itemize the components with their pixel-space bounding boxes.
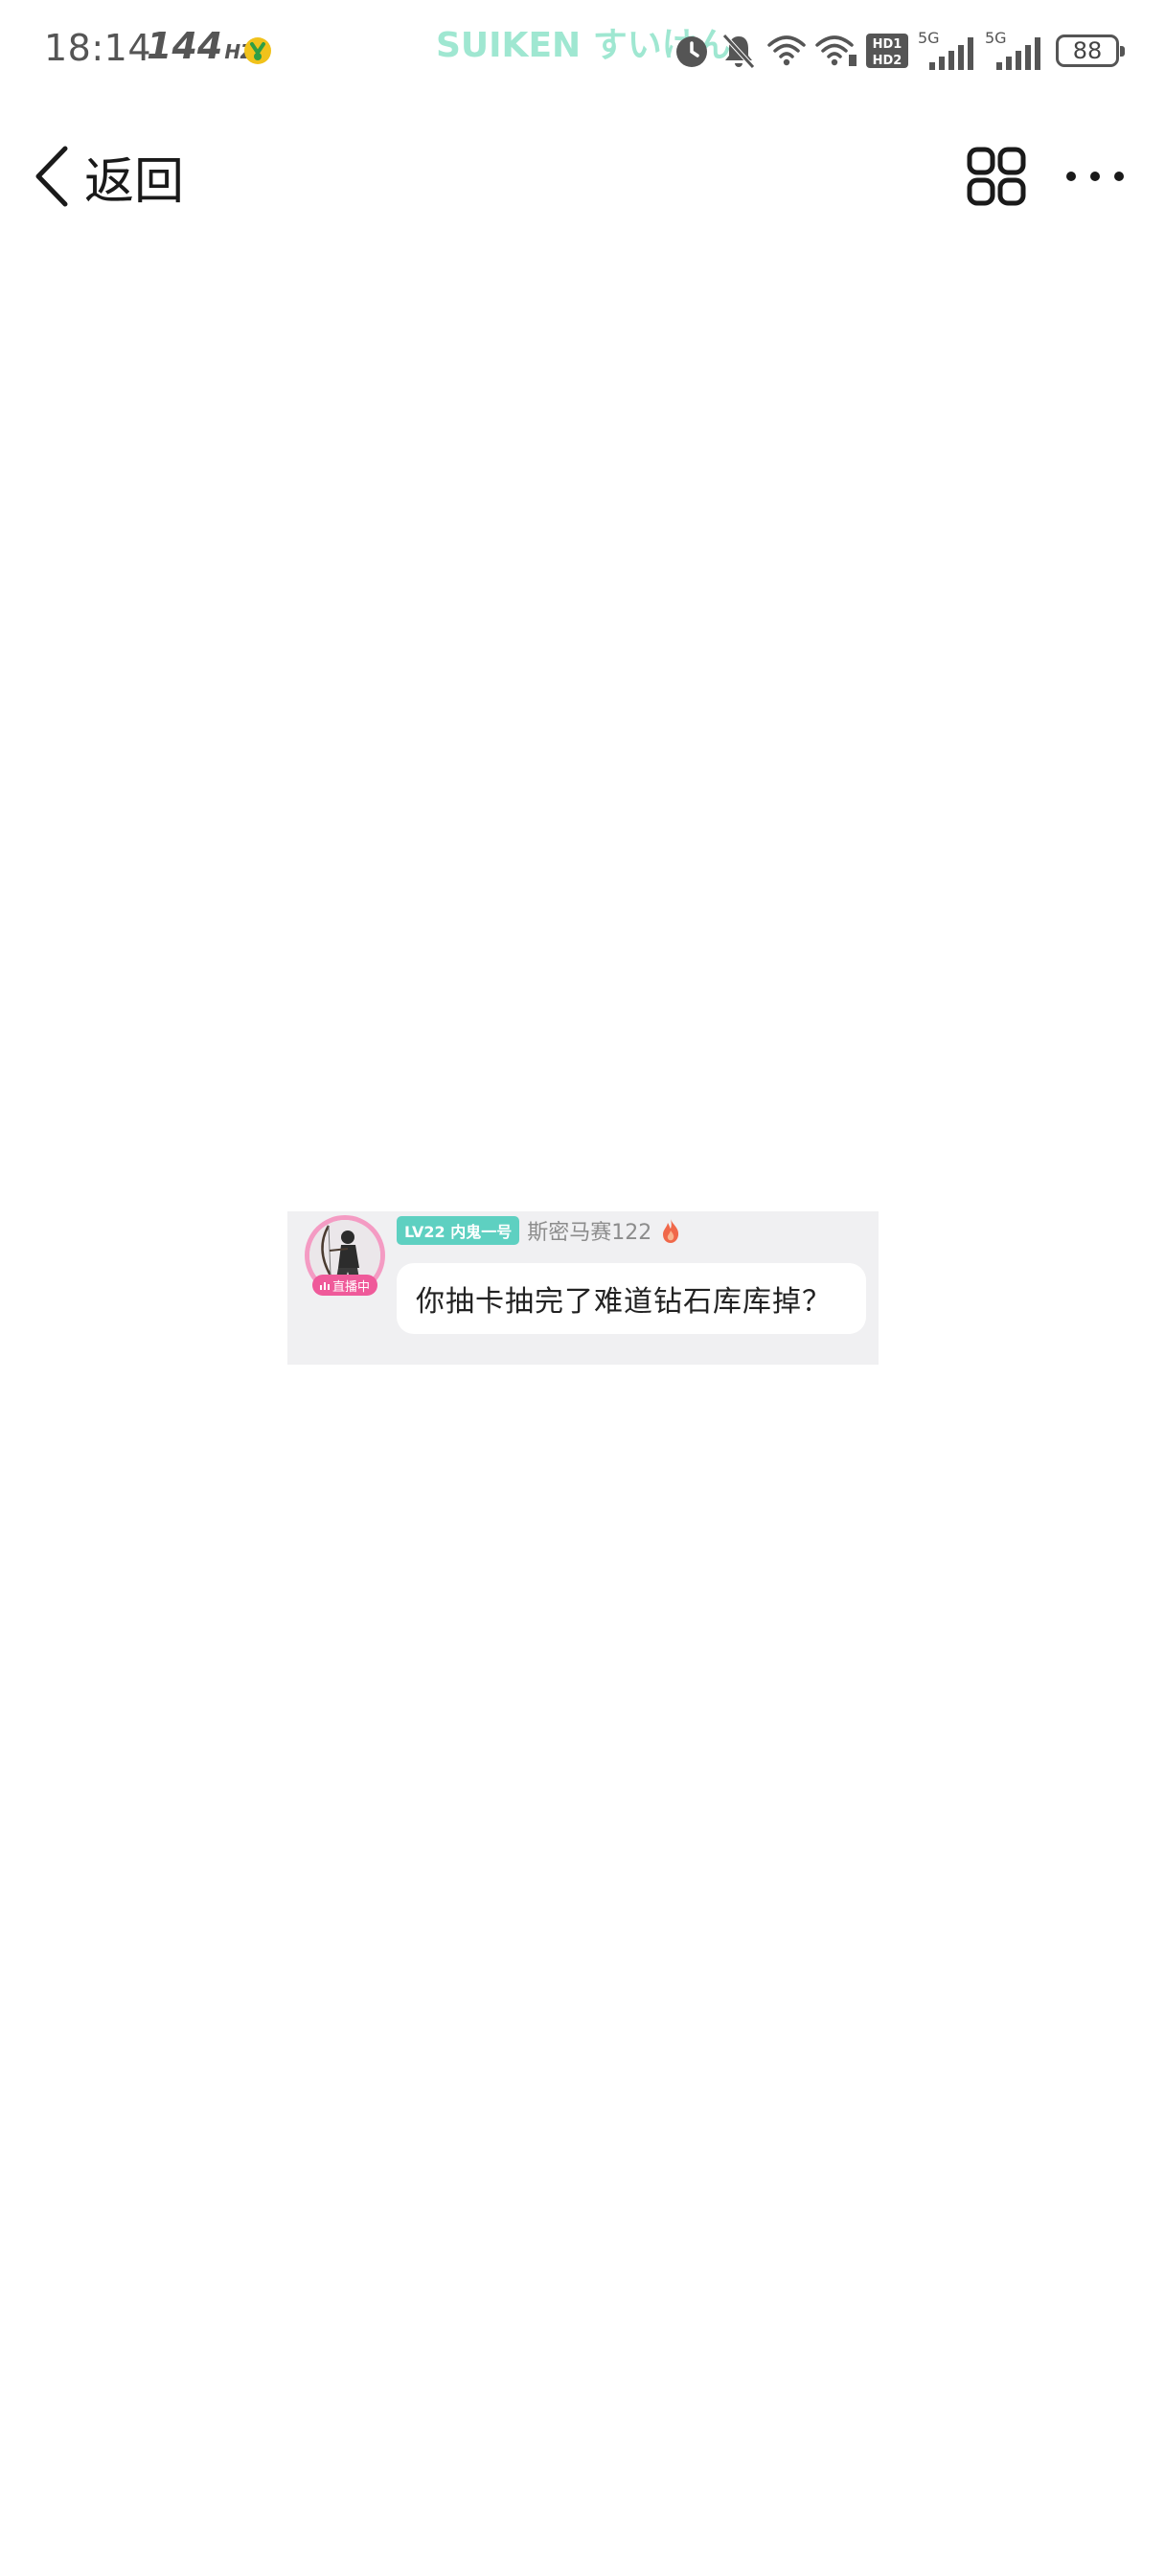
fan-level-badge[interactable]: LV22 内鬼一号	[397, 1216, 520, 1245]
user-meta: LV22 内鬼一号 斯密马赛122	[397, 1215, 682, 1246]
wifi-calling-icon	[815, 35, 857, 66]
refresh-rate-value: 144	[147, 25, 223, 67]
comment-card: 直播中 LV22 内鬼一号 斯密马赛122 你抽卡抽完了难道钻石库库掉？	[287, 1211, 879, 1365]
sim1-network-type: 5G	[918, 30, 940, 47]
live-bars-icon	[319, 1282, 330, 1290]
back-label: 返回	[84, 152, 185, 211]
signal-icon: 5G	[985, 30, 1040, 70]
status-bar: 18:14 144 HZ SUIKEN すいけん HD1 HD2 5G 5G 8…	[0, 0, 1165, 104]
battery-icon: 88	[1056, 34, 1125, 67]
sim2-network-type: 5G	[985, 30, 1007, 47]
wifi-icon	[767, 35, 806, 66]
hd1-text: HD1	[873, 37, 902, 52]
more-icon[interactable]	[1063, 163, 1127, 190]
username[interactable]: 斯密马赛122	[527, 1215, 651, 1246]
message-bubble[interactable]: 你抽卡抽完了难道钻石库库掉？	[397, 1263, 866, 1334]
status-icons: HD1 HD2 5G 5G 88	[673, 27, 1125, 75]
nav-bar: 返回	[0, 125, 1165, 230]
back-button[interactable]: 返回	[33, 136, 184, 217]
bell-muted-icon	[722, 34, 755, 69]
grid-icon[interactable]	[966, 146, 1027, 207]
live-label: 直播中	[331, 1279, 370, 1295]
app-notification-icon	[244, 37, 271, 64]
chevron-left-icon	[35, 146, 68, 207]
status-time: 18:14	[44, 27, 152, 69]
battery-level: 88	[1072, 37, 1103, 64]
avatar[interactable]: 直播中	[305, 1215, 385, 1296]
flame-icon	[663, 1219, 679, 1243]
hd2-text: HD2	[873, 54, 902, 68]
signal-icon: 5G	[918, 30, 973, 70]
refresh-rate: 144 HZ	[147, 25, 255, 67]
alarm-icon	[676, 36, 707, 67]
live-badge: 直播中	[312, 1275, 377, 1296]
hd-icon: HD1 HD2	[866, 34, 908, 68]
